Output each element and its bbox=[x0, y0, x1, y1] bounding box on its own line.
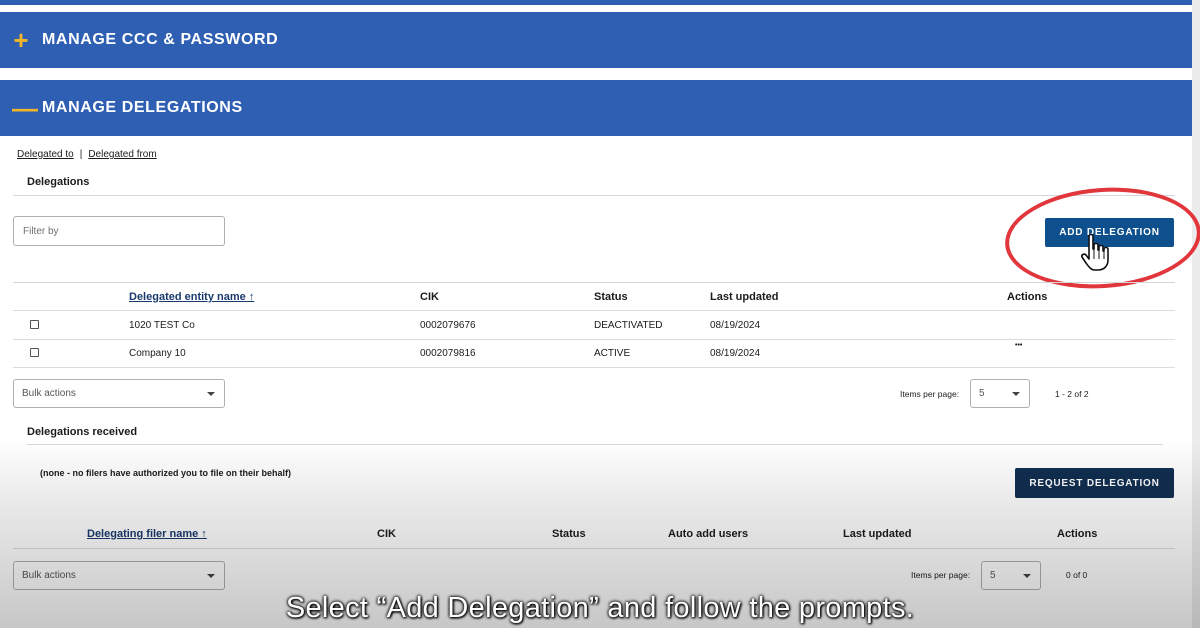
accordion-title-manage-ccc: MANAGE CCC & PASSWORD bbox=[42, 31, 279, 48]
filter-input[interactable] bbox=[13, 216, 225, 246]
delegated-to-link[interactable]: Delegated to bbox=[17, 149, 74, 160]
items-per-page-select-received[interactable]: 5 bbox=[981, 561, 1041, 590]
row-actions-menu-icon[interactable]: ••• bbox=[1015, 342, 1022, 349]
bulk-actions-value: Bulk actions bbox=[22, 388, 76, 399]
link-separator: | bbox=[79, 149, 83, 160]
row-checkbox[interactable] bbox=[30, 320, 39, 329]
delegations-received-heading: Delegations received bbox=[27, 426, 138, 438]
hand-cursor-icon bbox=[1081, 233, 1109, 271]
pagination-range: 0 of 0 bbox=[1066, 570, 1088, 580]
row-divider bbox=[13, 367, 1175, 368]
col-last-updated: Last updated bbox=[710, 291, 779, 303]
scrollbar-track[interactable] bbox=[1192, 0, 1200, 628]
chevron-down-icon bbox=[1012, 392, 1020, 396]
empty-state-text: (none - no filers have authorized you to… bbox=[40, 468, 292, 478]
accordion-title-manage-delegations: MANAGE DELEGATIONS bbox=[42, 99, 243, 116]
request-delegation-button[interactable]: REQUEST DELEGATION bbox=[1015, 468, 1174, 498]
col-cik: CIK bbox=[420, 291, 439, 303]
divider bbox=[13, 195, 1175, 196]
col-actions: Actions bbox=[1057, 528, 1098, 540]
cell-cik: 0002079816 bbox=[420, 348, 476, 359]
chevron-down-icon bbox=[207, 574, 215, 578]
divider bbox=[27, 444, 1163, 445]
cell-entity-name: 1020 TEST Co bbox=[129, 320, 195, 331]
top-accent-strip bbox=[0, 0, 1200, 5]
delegation-nav-links: Delegated to | Delegated from bbox=[17, 149, 157, 160]
row-divider bbox=[13, 310, 1175, 311]
cell-status: ACTIVE bbox=[594, 348, 631, 359]
items-per-page-label: Items per page: bbox=[900, 389, 960, 399]
col-auto-add-users: Auto add users bbox=[668, 528, 749, 540]
items-per-page-value: 5 bbox=[979, 388, 985, 399]
col-cik: CIK bbox=[377, 528, 396, 540]
table-top-border bbox=[13, 282, 1175, 283]
col-delegating-filer-name[interactable]: Delegating filer name ↑ bbox=[87, 528, 207, 540]
chevron-down-icon bbox=[1023, 574, 1031, 578]
cell-status: DEACTIVATED bbox=[594, 320, 663, 331]
accordion-manage-delegations[interactable]: — MANAGE DELEGATIONS bbox=[0, 80, 1192, 136]
items-per-page-value: 5 bbox=[990, 570, 996, 581]
pagination-range: 1 - 2 of 2 bbox=[1055, 389, 1089, 399]
col-status: Status bbox=[552, 528, 586, 540]
bulk-actions-select-received[interactable]: Bulk actions bbox=[13, 561, 225, 590]
row-divider bbox=[13, 548, 1175, 549]
plus-icon: + bbox=[13, 25, 29, 55]
row-checkbox[interactable] bbox=[30, 348, 39, 357]
bulk-actions-select[interactable]: Bulk actions bbox=[13, 379, 225, 408]
col-last-updated: Last updated bbox=[843, 528, 912, 540]
col-status: Status bbox=[594, 291, 628, 303]
cell-last-updated: 08/19/2024 bbox=[710, 348, 761, 359]
items-per-page-label: Items per page: bbox=[911, 570, 971, 580]
bulk-actions-value: Bulk actions bbox=[22, 570, 76, 581]
chevron-down-icon bbox=[207, 392, 215, 396]
col-delegated-entity-name[interactable]: Delegated entity name ↑ bbox=[129, 291, 254, 303]
cell-cik: 0002079676 bbox=[420, 320, 476, 331]
accordion-manage-ccc[interactable]: + MANAGE CCC & PASSWORD bbox=[0, 12, 1192, 68]
video-caption: Select “Add Delegation” and follow the p… bbox=[285, 592, 915, 624]
minus-icon: — bbox=[12, 93, 38, 123]
delegated-from-link[interactable]: Delegated from bbox=[88, 149, 156, 160]
row-divider bbox=[13, 339, 1175, 340]
cell-entity-name: Company 10 bbox=[129, 348, 186, 359]
col-actions: Actions bbox=[1007, 291, 1048, 303]
items-per-page-select[interactable]: 5 bbox=[970, 379, 1030, 408]
page: + MANAGE CCC & PASSWORD — MANAGE DELEGAT… bbox=[0, 0, 1200, 628]
cell-last-updated: 08/19/2024 bbox=[710, 320, 761, 331]
delegations-heading: Delegations bbox=[27, 176, 90, 188]
